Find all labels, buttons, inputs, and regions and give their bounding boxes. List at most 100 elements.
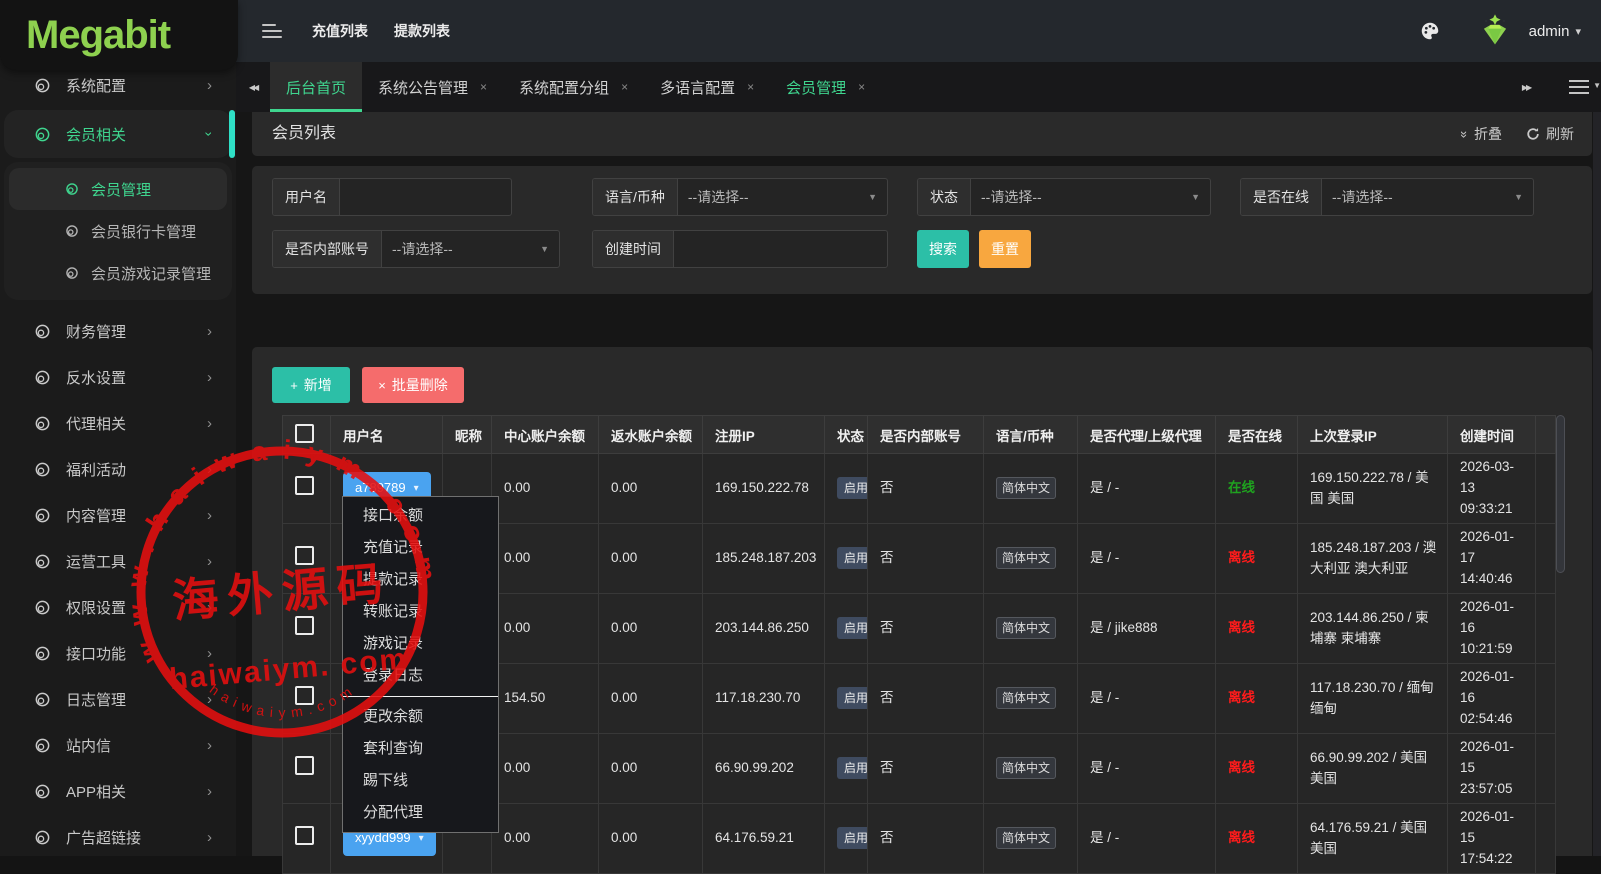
sidebar-item-ops-tools[interactable]: 运营工具 › [0,538,236,584]
tab-config-group[interactable]: 系统配置分组 × [503,62,644,112]
times-icon: × [378,377,386,393]
row-checkbox[interactable] [295,685,314,705]
topnav-recharge-list[interactable]: 充值列表 [312,21,368,41]
close-icon[interactable]: × [858,80,865,94]
sidebar-item-member-manage[interactable]: 会员管理 [9,168,227,210]
batch-delete-label: 批量删除 [391,377,448,393]
cell-agent: 是 / - [1077,663,1216,734]
cell-reg-ip: 185.248.187.203 [702,523,825,594]
cell-reg-ip: 169.150.222.78 [702,453,825,524]
status-badge: 启用 [837,757,867,780]
cell-agent: 是 / jike888 [1077,593,1216,664]
internal-select[interactable]: --请选择-- ▼ [382,231,559,267]
sidebar-item-messages[interactable]: 站内信 › [0,722,236,768]
close-icon[interactable]: × [747,80,754,94]
chevron-right-icon: › [207,598,212,616]
sidebar-item-permission[interactable]: 权限设置 › [0,584,236,630]
menu-item-recharge-records[interactable]: 充值记录 [343,532,498,564]
sidebar-item-agent[interactable]: 代理相关 › [0,400,236,446]
menu-item-transfer-records[interactable]: 转账记录 [343,596,498,628]
tab-multilang[interactable]: 多语言配置 × [644,62,770,112]
add-button[interactable]: + 新增 [272,367,350,403]
language-badge: 简体中文 [996,757,1057,780]
cell-last-ip: 66.90.99.202 / 美国 美国 [1297,733,1448,804]
cell-last-ip: 117.18.230.70 / 缅甸 缅甸 [1297,663,1448,734]
menu-item-kick-offline[interactable]: 踢下线 [343,765,498,797]
cell-rebate-balance: 0.00 [598,803,703,874]
menu-item-assign-agent[interactable]: 分配代理 [343,797,498,829]
diamond-icon[interactable] [1475,11,1515,51]
sidebar-item-label: 系统配置 [66,77,127,95]
cell-center-balance: 0.00 [491,453,599,524]
language-select[interactable]: --请选择-- ▼ [678,179,887,215]
cell-center-balance: 0.00 [491,803,599,874]
hamburger-icon[interactable] [262,20,282,42]
menu-item-api-balance[interactable]: 接口余额 [343,500,498,532]
cell-center-balance: 154.50 [491,663,599,734]
created-input[interactable] [674,231,887,267]
menu-item-change-balance[interactable]: 更改余额 [343,701,498,733]
row-checkbox[interactable] [295,755,314,775]
tabs-scroll-left-icon[interactable]: ◀◀ [236,62,270,112]
menu-item-withdraw-records[interactable]: 提款记录 [343,564,498,596]
sidebar-item-rebate[interactable]: 反水设置 › [0,354,236,400]
sidebar-scrollbar-thumb[interactable] [229,110,235,158]
topnav-withdraw-list[interactable]: 提款列表 [394,21,450,41]
tabs-menu-icon[interactable]: ▼ [1569,76,1601,98]
cell-internal: 否 [867,453,984,524]
collapse-button[interactable]: » 折叠 [1457,124,1502,144]
filter-language: 语言/币种 --请选择-- ▼ [592,178,888,216]
select-value: --请选择-- [981,189,1042,205]
cell-created: 2026-03-13 09:33:21 [1447,453,1536,524]
reset-button[interactable]: 重置 [979,230,1031,268]
row-checkbox[interactable] [295,475,314,495]
caret-down-icon[interactable]: ▾ [1575,25,1581,38]
user-menu[interactable]: admin [1529,23,1570,40]
palette-icon[interactable] [1419,20,1441,42]
page-title: 会员列表 [272,125,337,142]
cell-agent: 是 / - [1077,803,1216,874]
tabs-scroll-right-icon[interactable]: ▶▶ [1509,83,1543,92]
table-header-row: 用户名 昵称 中心账户余额 返水账户余额 注册IP 状态 是否内部账号 语言/币… [282,415,1556,454]
online-select[interactable]: --请选择-- ▼ [1322,179,1533,215]
row-checkbox[interactable] [295,825,314,845]
refresh-button[interactable]: 刷新 [1526,124,1574,144]
sidebar-item-logs[interactable]: 日志管理 › [0,676,236,722]
cell-rebate-balance: 0.00 [598,663,703,734]
search-button[interactable]: 搜索 [917,230,969,268]
table-scrollbar-thumb[interactable] [1556,415,1565,573]
tab-dashboard[interactable]: 后台首页 [270,62,363,112]
sidebar-item-finance[interactable]: 财务管理 › [0,308,236,354]
menu-item-login-logs[interactable]: 登录日志 [343,660,498,692]
cell-agent: 是 / - [1077,523,1216,594]
sidebar-item-member-bankcard[interactable]: 会员银行卡管理 [9,210,227,252]
sidebar-item-member-gamelog[interactable]: 会员游戏记录管理 [9,252,227,294]
sidebar-item-ad-links[interactable]: 广告超链接 › [0,814,236,860]
batch-delete-button[interactable]: × 批量删除 [362,367,464,403]
sidebar-item-member-group[interactable]: 会员相关 › [4,110,232,158]
tab-announcement[interactable]: 系统公告管理 × [362,62,503,112]
username-input[interactable] [340,179,511,215]
sidebar-item-content[interactable]: 内容管理 › [0,492,236,538]
sidebar-item-app[interactable]: APP相关 › [0,768,236,814]
cell-internal: 否 [867,523,984,594]
cell-agent: 是 / - [1077,453,1216,524]
row-checkbox[interactable] [295,615,314,635]
ring-icon [35,508,50,522]
page-header: 会员列表 » 折叠 刷新 [252,112,1592,156]
select-all-checkbox[interactable] [295,423,314,443]
sidebar-item-label: APP相关 [66,783,127,801]
col-online: 是否在线 [1215,415,1298,454]
status-select[interactable]: --请选择-- ▼ [971,179,1210,215]
tab-member-manage[interactable]: 会员管理 × [770,62,881,112]
menu-item-game-records[interactable]: 游戏记录 [343,628,498,660]
row-checkbox[interactable] [295,545,314,565]
close-icon[interactable]: × [621,80,628,94]
close-icon[interactable]: × [480,80,487,94]
select-caret-icon: ▼ [1191,192,1200,202]
page-scrollbar-track[interactable] [1593,112,1601,856]
sidebar-item-api[interactable]: 接口功能 › [0,630,236,676]
menu-item-arbitrage-query[interactable]: 套利查询 [343,733,498,765]
sidebar-item-label: 站内信 [66,737,112,755]
sidebar-item-welfare[interactable]: 福利活动 › [0,446,236,492]
